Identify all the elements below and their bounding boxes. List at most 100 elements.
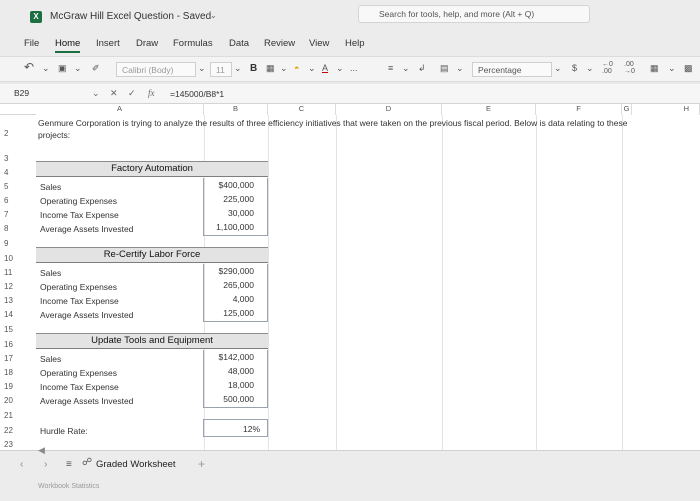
cell-label[interactable]: Income Tax Expense: [40, 210, 119, 220]
row-number[interactable]: 11: [4, 268, 32, 277]
chevron-down-icon[interactable]: ⌄: [92, 88, 100, 99]
conditional-format-icon[interactable]: ▦: [650, 63, 659, 74]
section-header-factory-automation[interactable]: Factory Automation: [36, 162, 268, 177]
column-header-f[interactable]: F: [536, 104, 622, 115]
hurdle-rate-value[interactable]: 12%: [212, 424, 260, 434]
cell-value[interactable]: $142,000: [206, 352, 254, 362]
cell-label[interactable]: Income Tax Expense: [40, 382, 119, 392]
row-number[interactable]: 10: [4, 254, 32, 263]
cell-value[interactable]: 500,000: [206, 394, 254, 404]
column-header-g[interactable]: G: [622, 104, 632, 115]
tab-home[interactable]: Home: [55, 38, 81, 53]
cell-label[interactable]: Operating Expenses: [40, 282, 117, 292]
tab-file[interactable]: File: [24, 38, 39, 49]
cell-value[interactable]: 265,000: [206, 280, 254, 290]
sheet-tab-graded-worksheet[interactable]: Graded Worksheet: [96, 459, 176, 470]
row-number[interactable]: 6: [4, 196, 32, 205]
cell-label[interactable]: Sales: [40, 354, 61, 364]
cell-value[interactable]: 30,000: [206, 208, 254, 218]
cell-label[interactable]: Average Assets Invested: [40, 224, 133, 234]
cell-label[interactable]: Operating Expenses: [40, 368, 117, 378]
cell-label[interactable]: Sales: [40, 182, 61, 192]
document-title[interactable]: McGraw Hill Excel Question - Saved: [50, 11, 211, 22]
row-number[interactable]: 7: [4, 210, 32, 219]
chevron-down-icon[interactable]: ⌄: [402, 63, 410, 74]
decrease-decimal-icon[interactable]: .00 →0: [624, 61, 635, 75]
column-header-h[interactable]: H: [632, 104, 700, 115]
section-header-re-certify-labor-force[interactable]: Re-Certify Labor Force: [36, 248, 268, 263]
cell-label[interactable]: Income Tax Expense: [40, 296, 119, 306]
cell-value[interactable]: 125,000: [206, 308, 254, 318]
chevron-down-icon[interactable]: ⌄: [586, 63, 594, 74]
merge-icon[interactable]: ▤: [440, 63, 449, 74]
number-format-select[interactable]: Percentage: [472, 62, 552, 77]
tab-draw[interactable]: Draw: [136, 38, 158, 49]
formula-input[interactable]: =145000/B8*1: [170, 89, 224, 99]
row-number[interactable]: 4: [4, 168, 32, 177]
section-header-update-tools-and-equipment[interactable]: Update Tools and Equipment: [36, 334, 268, 349]
font-name-select[interactable]: Calibri (Body): [116, 62, 196, 77]
bold-button[interactable]: B: [250, 63, 257, 74]
row-number[interactable]: 19: [4, 382, 32, 391]
row-number[interactable]: 12: [4, 282, 32, 291]
chevron-down-icon[interactable]: ⌄: [42, 63, 50, 74]
next-sheet-icon[interactable]: ›: [44, 459, 47, 470]
cell-label[interactable]: Average Assets Invested: [40, 310, 133, 320]
font-color-icon[interactable]: A: [322, 63, 328, 73]
currency-button[interactable]: $: [572, 63, 577, 73]
row-number[interactable]: 17: [4, 354, 32, 363]
undo-icon[interactable]: ↶: [24, 60, 34, 74]
cell-label[interactable]: Average Assets Invested: [40, 396, 133, 406]
row-number[interactable]: 18: [4, 368, 32, 377]
row-number[interactable]: 2: [4, 129, 32, 138]
column-header-a[interactable]: A: [36, 104, 204, 115]
wrap-text-icon[interactable]: ↲: [418, 63, 426, 74]
row-number[interactable]: 8: [4, 224, 32, 233]
column-header-e[interactable]: E: [442, 104, 536, 115]
tab-review[interactable]: Review: [264, 38, 295, 49]
row-number[interactable]: 14: [4, 310, 32, 319]
row-number[interactable]: 5: [4, 182, 32, 191]
chevron-down-icon[interactable]: ⌄: [308, 63, 316, 74]
scroll-left-icon[interactable]: ◀: [38, 445, 45, 456]
row-number[interactable]: 13: [4, 296, 32, 305]
sheet-list-icon[interactable]: ≡: [66, 459, 72, 470]
insert-function-button[interactable]: fx: [148, 88, 155, 98]
cell-value[interactable]: 225,000: [206, 194, 254, 204]
more-options-button[interactable]: ...: [350, 63, 358, 73]
chevron-down-icon[interactable]: ⌄: [198, 63, 206, 74]
cell-value[interactable]: 4,000: [206, 294, 254, 304]
search-input[interactable]: Search for tools, help, and more (Alt + …: [358, 5, 590, 23]
column-header-c[interactable]: C: [268, 104, 336, 115]
column-header-d[interactable]: D: [336, 104, 442, 115]
row-number[interactable]: 21: [4, 411, 32, 420]
chevron-down-icon[interactable]: ⌄: [210, 11, 217, 20]
chevron-down-icon[interactable]: ⌄: [456, 63, 464, 74]
tab-insert[interactable]: Insert: [96, 38, 120, 49]
cancel-icon[interactable]: ✕: [110, 88, 118, 99]
chevron-down-icon[interactable]: ⌄: [74, 63, 82, 74]
tab-view[interactable]: View: [309, 38, 329, 49]
chevron-down-icon[interactable]: ⌄: [668, 63, 676, 74]
row-number[interactable]: 15: [4, 325, 32, 334]
confirm-icon[interactable]: ✓: [128, 88, 136, 99]
chevron-down-icon[interactable]: ⌄: [280, 63, 288, 74]
cell-label[interactable]: Operating Expenses: [40, 196, 117, 206]
cell-value[interactable]: 18,000: [206, 380, 254, 390]
tab-data[interactable]: Data: [229, 38, 249, 49]
add-sheet-button[interactable]: +: [198, 457, 205, 471]
row-number[interactable]: 9: [4, 239, 32, 248]
font-size-select[interactable]: 11: [210, 62, 232, 77]
tab-formulas[interactable]: Formulas: [173, 38, 213, 49]
format-painter-icon[interactable]: ✐: [92, 63, 100, 74]
align-icon[interactable]: ≡: [388, 63, 393, 73]
cell-label[interactable]: Sales: [40, 268, 61, 278]
name-box[interactable]: B29: [14, 88, 29, 98]
row-number[interactable]: 23: [4, 440, 32, 449]
workbook-statistics-link[interactable]: Workbook Statistics: [38, 483, 99, 490]
cell-value[interactable]: $290,000: [206, 266, 254, 276]
row-number[interactable]: 3: [4, 154, 32, 163]
cell-value[interactable]: $400,000: [206, 180, 254, 190]
fill-color-icon[interactable]: ◓: [294, 63, 299, 73]
hurdle-rate-label[interactable]: Hurdle Rate:: [40, 426, 88, 436]
